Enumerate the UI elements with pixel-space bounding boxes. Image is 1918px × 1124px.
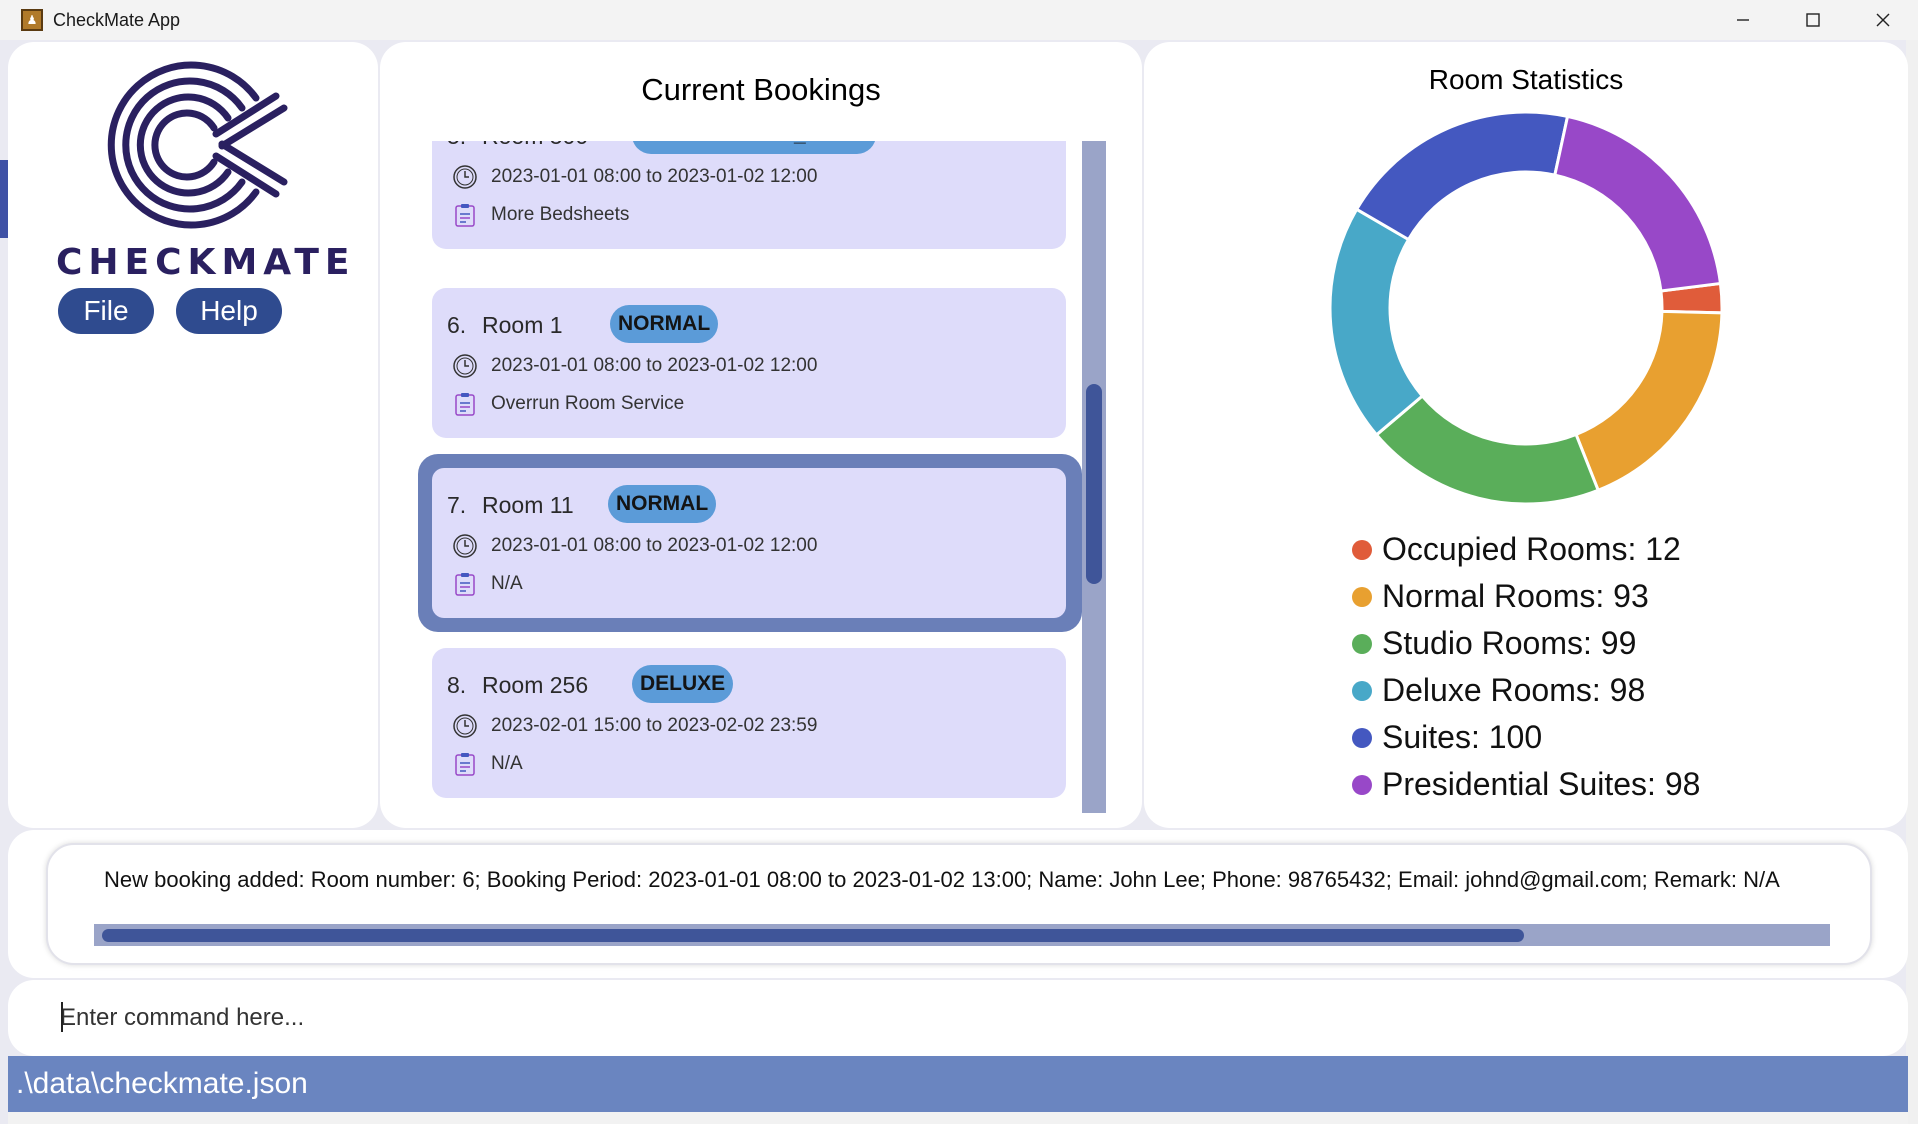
result-message: New booking added: Room number: 6; Booki… [104, 867, 1780, 892]
close-button[interactable] [1848, 0, 1918, 40]
legend-label: Studio Rooms: 99 [1382, 625, 1637, 661]
legend-label: Suites: 100 [1382, 719, 1543, 755]
legend-dot [1352, 727, 1372, 748]
maximize-button[interactable] [1778, 0, 1848, 40]
booking-index: 8. [447, 672, 467, 698]
background-window-edge-bottom [8, 1112, 1908, 1124]
minimize-icon [1737, 19, 1749, 21]
title-bar: ♟ CheckMate App [0, 0, 1918, 40]
window-title: CheckMate App [53, 9, 181, 30]
booking-index: 5. [447, 141, 466, 150]
background-window-edge [0, 160, 8, 238]
legend-dot [1352, 633, 1372, 654]
legend-dot [1352, 539, 1372, 560]
app-icon: ♟ [21, 9, 43, 31]
legend-dot [1352, 680, 1372, 701]
legend-dot [1352, 586, 1372, 607]
close-icon [1876, 13, 1890, 27]
booking-remark: More Bedsheets [491, 204, 630, 225]
data-file-path: .\data\checkmate.json [16, 1067, 308, 1100]
booking-period: 2023-01-01 08:00 to 2023-01-02 12:00 [491, 166, 818, 187]
clipboard-icon [455, 753, 475, 776]
legend-label: Occupied Rooms: 12 [1382, 531, 1681, 567]
booking-remark: Overrun Room Service [491, 393, 685, 414]
booking-period: 2023-02-01 15:00 to 2023-02-02 23:59 [491, 715, 818, 736]
legend-label: Normal Rooms: 93 [1382, 578, 1649, 614]
maximize-icon [1806, 13, 1820, 27]
legend-label: Presidential Suites: 98 [1382, 766, 1701, 802]
status-bar: .\data\checkmate.json [8, 1056, 1908, 1112]
booking-card-selected[interactable]: 7. Room 11 NORMAL 2023-01-01 08:00 to 20… [418, 454, 1082, 632]
legend-item: Suites: 100 [1352, 714, 1700, 761]
booking-list-scroll-thumb[interactable] [1086, 384, 1102, 584]
legend-item: Presidential Suites: 98 [1352, 761, 1700, 808]
result-display-box: New booking added: Room number: 6; Booki… [46, 843, 1872, 965]
legend-dot [1352, 774, 1372, 795]
clipboard-icon [455, 573, 475, 596]
room-type-badge: PRESIDENTIAL_SUITE [632, 141, 876, 154]
booking-list[interactable]: 5. Room 500 PRESIDENTIAL_SUITE 2023-01-0… [410, 141, 1110, 813]
clock-icon [453, 534, 477, 558]
booking-index: 6. [447, 312, 467, 338]
booking-room: Room 11 [482, 492, 574, 518]
room-stats-donut-chart [1330, 112, 1722, 504]
stats-legend: Occupied Rooms: 12 Normal Rooms: 93 Stud… [1352, 526, 1700, 808]
booking-period: 2023-01-01 08:00 to 2023-01-02 12:00 [491, 535, 818, 556]
command-input[interactable] [60, 998, 1860, 1038]
clock-icon [453, 165, 477, 189]
legend-label: Deluxe Rooms: 98 [1382, 672, 1646, 708]
stats-title: Room Statistics [1428, 64, 1624, 95]
booking-card[interactable]: 6. Room 1 NORMAL 2023-01-01 08:00 to 202… [432, 288, 1066, 438]
bookings-title: Current Bookings [641, 72, 881, 107]
text-caret [61, 1002, 63, 1032]
checkmate-wordmark: CHECKMATE [56, 242, 356, 283]
legend-item: Studio Rooms: 99 [1352, 620, 1700, 667]
booking-index: 7. [447, 492, 467, 518]
help-menu-button[interactable]: Help [176, 288, 282, 334]
booking-card[interactable]: 5. Room 500 PRESIDENTIAL_SUITE 2023-01-0… [432, 141, 1066, 249]
clipboard-icon [455, 393, 475, 416]
room-type-badge: NORMAL [608, 485, 717, 523]
legend-item: Normal Rooms: 93 [1352, 573, 1700, 620]
checkmate-logo-icon [107, 61, 288, 229]
legend-item: Occupied Rooms: 12 [1352, 526, 1700, 573]
clock-icon [453, 354, 477, 378]
booking-period: 2023-01-01 08:00 to 2023-01-02 12:00 [491, 355, 818, 376]
booking-room: Room 1 [482, 312, 563, 338]
donut-slice-presidential-suites [1553, 114, 1722, 293]
booking-card[interactable]: 8. Room 256 DELUXE 2023-02-01 15:00 to 2… [432, 648, 1066, 798]
booking-room: Room 500 [482, 141, 588, 150]
clipboard-icon [455, 204, 475, 227]
window-controls [1708, 0, 1918, 40]
result-horizontal-scroll-thumb[interactable] [102, 929, 1524, 942]
file-menu-button[interactable]: File [58, 288, 154, 334]
room-type-badge: DELUXE [632, 665, 734, 703]
donut-slice-studio-rooms [1374, 393, 1601, 504]
room-type-badge: NORMAL [610, 305, 719, 343]
clock-icon [453, 714, 477, 738]
donut-slice-suites [1354, 112, 1570, 242]
minimize-button[interactable] [1708, 0, 1778, 40]
donut-slice-normal-rooms [1574, 309, 1722, 493]
donut-slice-deluxe-rooms [1330, 207, 1425, 437]
booking-remark: N/A [491, 573, 523, 594]
legend-item: Deluxe Rooms: 98 [1352, 667, 1700, 714]
booking-remark: N/A [491, 753, 523, 774]
booking-room: Room 256 [482, 672, 589, 698]
